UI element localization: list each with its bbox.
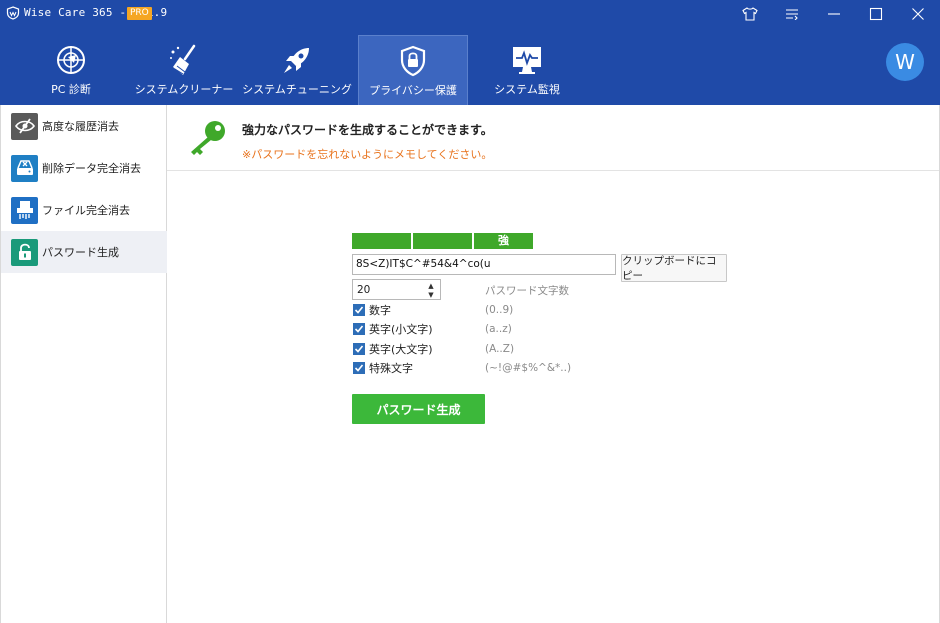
option-hint: (a..z) [485,323,512,335]
generate-password-button[interactable]: パスワード生成 [352,394,485,424]
key-icon [191,121,225,155]
shield-lock-icon [400,45,426,77]
close-icon[interactable] [903,3,933,25]
checkbox-checked-icon[interactable] [353,323,365,335]
sidebar: 高度な履歴消去 削除データ完全消去 ファイル完全消去 パスワード生成 [0,105,167,623]
minimize-icon[interactable] [819,3,849,25]
password-length-spinner[interactable]: 20 ▲ ▼ [352,279,441,300]
tab-pc-diagnosis[interactable]: PC 診断 [16,35,126,105]
option-lowercase[interactable]: 英字(小文字) [353,321,433,337]
tab-label: システム監視 [494,83,560,96]
user-avatar[interactable]: W [886,43,924,81]
sidebar-item-label: 削除データ完全消去 [42,162,141,175]
page-header: 強力なパスワードを生成することができます。 ※パスワードを忘れないようにメモして… [167,105,939,171]
eye-slash-icon [11,112,38,140]
strength-segment [352,233,411,249]
padlock-icon [11,238,38,266]
copy-to-clipboard-button[interactable]: クリップボードにコピー [621,254,727,282]
globe-target-icon [57,46,85,74]
page-title: 強力なパスワードを生成することができます。 [242,123,493,137]
checkbox-checked-icon[interactable] [353,362,365,374]
option-label: 英字(大文字) [369,343,433,356]
disk-icon [11,154,38,182]
tab-label: プライバシー保護 [369,84,457,97]
menu-icon[interactable] [777,3,807,25]
tab-privacy-protection[interactable]: プライバシー保護 [358,35,468,105]
option-digits[interactable]: 数字 [353,302,391,318]
sidebar-item-advanced-history-erase[interactable]: 高度な履歴消去 [1,105,167,147]
option-label: 特殊文字 [369,362,413,375]
spin-up-icon[interactable]: ▲ [426,281,436,290]
checkbox-checked-icon[interactable] [353,304,365,316]
title-bar: Wise Care 365 - 5.1.9 PRO [0,0,940,27]
password-length-label: パスワード文字数 [485,285,569,297]
option-label: 数字 [369,304,391,317]
strength-label: 強 [474,233,533,249]
strength-segment [413,233,472,249]
rocket-icon [284,48,309,73]
tab-system-monitor[interactable]: システム監視 [472,35,582,105]
maximize-icon[interactable] [861,3,891,25]
option-label: 英字(小文字) [369,323,433,336]
password-output-field[interactable]: 8S<Z)IT$C^#54&4^co(u [352,254,616,275]
tab-system-tuning[interactable]: システムチューニング [242,35,352,105]
sidebar-item-label: 高度な履歴消去 [42,120,119,133]
main-navigation: PC 診断 システムクリーナー システムチューニング プライバシー保護 システム… [0,27,940,105]
warning-note: ※パスワードを忘れないようにメモしてください。 [242,148,493,161]
tab-label: システムチューニング [242,83,352,96]
main-panel: 強力なパスワードを生成することができます。 ※パスワードを忘れないようにメモして… [167,105,940,623]
sidebar-item-password-generator[interactable]: パスワード生成 [1,231,167,273]
shredder-icon [11,196,38,224]
tab-label: PC 診断 [51,83,91,96]
sidebar-item-file-shredder[interactable]: ファイル完全消去 [1,189,167,231]
monitor-pulse-icon [513,47,541,74]
spin-down-icon[interactable]: ▼ [426,290,436,299]
tshirt-icon[interactable] [735,3,765,25]
sidebar-item-label: ファイル完全消去 [42,204,130,217]
pro-badge: PRO [127,7,152,20]
app-logo-icon [6,6,20,20]
checkbox-checked-icon[interactable] [353,343,365,355]
sidebar-item-label: パスワード生成 [42,246,119,259]
tab-system-cleaner[interactable]: システムクリーナー [129,35,239,105]
option-hint: (0..9) [485,304,514,316]
option-uppercase[interactable]: 英字(大文字) [353,341,433,357]
broom-icon [170,44,196,75]
sidebar-item-deleted-data-erase[interactable]: 削除データ完全消去 [1,147,167,189]
strength-meter: 強 [352,233,533,249]
option-hint: (A..Z) [485,343,515,355]
option-special-chars[interactable]: 特殊文字 [353,360,413,376]
password-length-value[interactable]: 20 [357,284,370,296]
option-hint: (~!@#$%^&*..) [485,362,572,374]
tab-label: システムクリーナー [134,83,234,96]
